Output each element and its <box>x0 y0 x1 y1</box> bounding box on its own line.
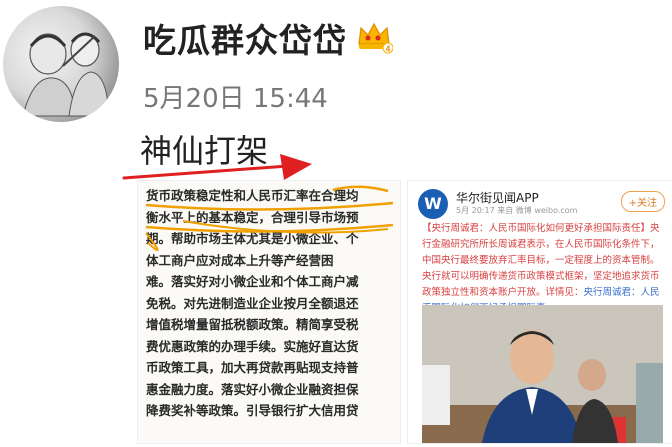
excerpt-line: 难。落实好对小微企业和个体工商户减 <box>146 274 359 289</box>
repost-body: 【央行周诚君：人民币国际化如何更好承担国际责任】央行金融研究所所长周诚君表示，在… <box>422 221 663 317</box>
vip-crown-icon[interactable]: 4 <box>355 18 394 56</box>
excerpt-text-block: 货币政策稳定性和人民币汇率在合理均 衡水平上的基本稳定，合理引导市场预 期。帮助市场… <box>146 185 392 422</box>
excerpt-line: 币政策工具，加大再贷款再贴现支持普 <box>146 360 359 375</box>
speaker-photo <box>422 305 663 443</box>
excerpt-line: 衡水平上的基本稳定，合理引导市场预 <box>146 209 359 225</box>
excerpt-line: 降费奖补等政策。引导银行扩大信用贷 <box>146 403 359 418</box>
news-excerpt-image[interactable]: 货币政策稳定性和人民币汇率在合理均 衡水平上的基本稳定，合理引导市场预 期。帮助市场… <box>137 180 401 444</box>
user-avatar[interactable] <box>3 6 119 122</box>
excerpt-line: 惠金融力度。落实好小微企业融资担保 <box>146 381 359 397</box>
account-name: 华尔街见闻APP <box>456 191 539 205</box>
username[interactable]: 吃瓜群众岱岱 <box>143 14 347 62</box>
account-logo: W <box>418 189 448 219</box>
excerpt-line: 货币政策稳定性和人民币汇率在合理均 <box>146 188 359 203</box>
excerpt-line: 费优惠政策的办理手续。实施好直达货 <box>146 338 359 354</box>
excerpt-line: 体工商户应对成本上升等产经营困 <box>146 252 334 268</box>
vip-level: 4 <box>386 45 391 54</box>
avatar-illustration <box>22 32 110 117</box>
excerpt-line: 增值税增量留抵税额政策。精简享受税 <box>146 317 359 332</box>
post-timestamp[interactable]: 5月20日 15:44 <box>143 78 328 115</box>
follow-button[interactable]: +关注 <box>620 191 665 212</box>
excerpt-line: 期。帮助市场主体尤其是小微企业、个 <box>146 231 359 246</box>
weibo-repost-image[interactable]: W 华尔街见闻APP 5月 20:17 来自 微博 weibo.com +关注 … <box>407 180 672 444</box>
post-meta: 5月 20:17 来自 微博 weibo.com <box>456 206 578 215</box>
excerpt-line: 免税。对先进制造业企业按月全额退还 <box>146 295 359 311</box>
